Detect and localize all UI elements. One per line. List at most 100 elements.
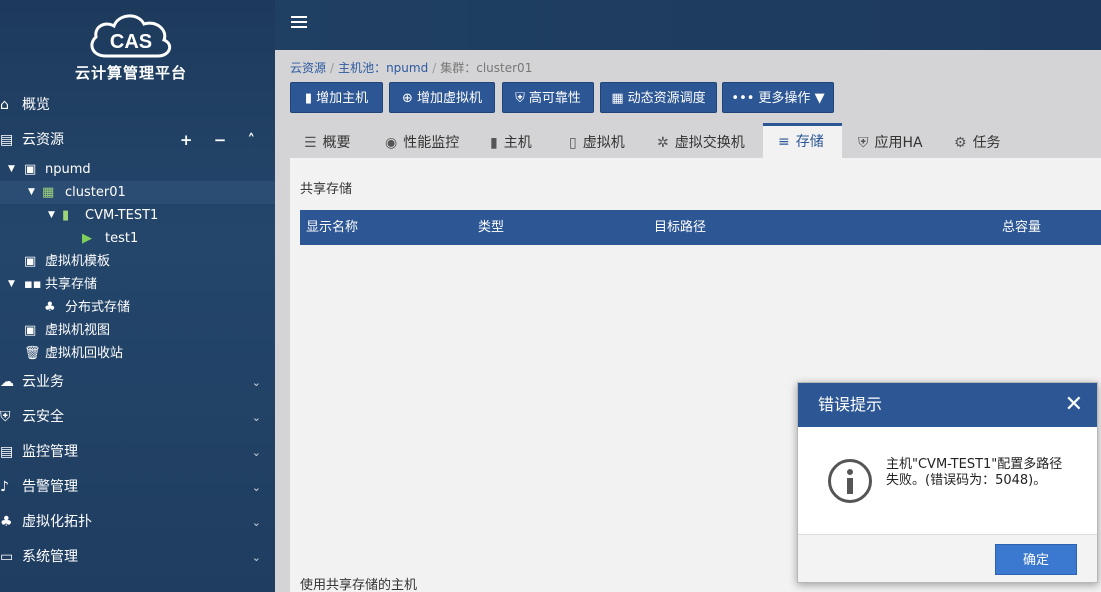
nav-cloud-resources[interactable]: ▤ 云资源 + − ˄	[0, 123, 275, 158]
nav-cloud-business[interactable]: ☁ 云业务 ⌄	[0, 365, 275, 400]
computer-icon: ▭	[0, 549, 14, 565]
tree-item-vm[interactable]: ▶ test1	[0, 227, 275, 250]
caret-down-icon[interactable]: ▼	[48, 204, 55, 227]
vm-view-icon: ▣	[24, 323, 37, 338]
vm-running-icon: ▶	[82, 231, 92, 246]
dialog-header: 错误提示 ✕	[798, 383, 1097, 427]
tree-label: 分布式存储	[65, 300, 131, 315]
gauge-icon: ◉	[385, 135, 398, 151]
col-target-path[interactable]: 目标路径	[654, 210, 706, 245]
monitor-icon: ▤	[0, 444, 14, 460]
vm-icon: ▯	[569, 135, 577, 151]
brand-name: 云计算管理平台	[74, 64, 187, 82]
tree-item-host[interactable]: ▼ ▮ CVM-TEST1	[0, 204, 275, 227]
col-total-capacity[interactable]: 总容量	[1002, 210, 1041, 245]
dialog-footer: 确定	[798, 534, 1097, 582]
nav-alarms[interactable]: ♪ 告警管理 ⌄	[0, 470, 275, 505]
tree-item-host-pool[interactable]: ▼ ▣ npumd	[0, 158, 275, 181]
add-host-button[interactable]: ▮ 增加主机	[290, 82, 383, 113]
nav-cloud-resources-label: 云资源	[22, 132, 64, 148]
tab-bar: ☰ 概要 ◉ 性能监控 ▮ 主机 ▯ 虚拟机 ✲ 虚拟交换机 ≡ 存储 ⛨ 应用HA ⚙ 任务	[290, 123, 1101, 158]
shared-storage-title: 共享存储	[300, 182, 353, 197]
ha-button[interactable]: ⛨ 高可靠性	[502, 82, 594, 113]
nav-label: 云业务	[22, 374, 64, 390]
tab-label: 概要	[322, 135, 351, 151]
tree-label: 共享存储	[45, 277, 98, 292]
caret-down-icon[interactable]: ▼	[28, 181, 35, 204]
breadcrumb-root[interactable]: 云资源	[290, 61, 326, 75]
tab-label: 性能监控	[403, 135, 460, 151]
cloud-icon: ☁	[0, 374, 14, 390]
chevron-down-icon: ⌄	[251, 446, 261, 459]
tab-label: 存储	[795, 134, 824, 150]
add-vm-button[interactable]: ⊕ 增加虚拟机	[389, 82, 495, 113]
cloud-logo-icon: CAS	[90, 14, 172, 58]
breadcrumb-cluster: 集群：cluster01	[440, 61, 533, 75]
col-type[interactable]: 类型	[478, 210, 504, 245]
add-host-label: 增加主机	[316, 91, 369, 106]
sidebar: CAS 云计算管理平台 ⌂ 概览 ▤ 云资源 + − ˄ ▼ ▣ npumd ▼…	[0, 0, 275, 592]
ok-button[interactable]: 确定	[995, 544, 1077, 575]
tab-label: 主机	[503, 135, 532, 151]
tab-label: 虚拟机	[582, 135, 625, 151]
nav-overview[interactable]: ⌂ 概览	[0, 88, 275, 123]
server-icon: ▤	[0, 132, 14, 148]
more-icon: •••	[731, 91, 755, 106]
tab-label: 任务	[972, 135, 1001, 151]
tab-storage[interactable]: ≡ 存储	[763, 123, 842, 158]
tree-item-distributed-storage[interactable]: ♣ 分布式存储	[0, 296, 275, 319]
cluster-icon: ▦	[42, 185, 55, 200]
tab-performance[interactable]: ◉ 性能监控	[385, 123, 459, 158]
nav-label: 告警管理	[22, 479, 78, 495]
chevron-down-icon: ⌄	[251, 481, 261, 494]
add-vm-label: 增加虚拟机	[416, 91, 482, 106]
drs-label: 动态资源调度	[627, 91, 706, 106]
tab-vswitch[interactable]: ✲ 虚拟交换机	[657, 123, 745, 158]
nav-system[interactable]: ▭ 系统管理 ⌄	[0, 540, 275, 575]
tree-item-shared-storage[interactable]: ▼ ▪▪ 共享存储	[0, 273, 275, 296]
cloud-resources-actions[interactable]: + − ˄	[180, 123, 263, 158]
error-dialog: 错误提示 ✕ 主机"CVM-TEST1"配置多路径失败。(错误码为：5048)。…	[797, 382, 1098, 583]
close-icon[interactable]: ✕	[1065, 383, 1083, 427]
dialog-body: 主机"CVM-TEST1"配置多路径失败。(错误码为：5048)。	[798, 427, 1097, 535]
tree-item-cluster[interactable]: ▼ ▦ cluster01	[0, 181, 275, 204]
shield-icon: ⛨	[858, 135, 869, 151]
breadcrumb-pool[interactable]: 主机池：npumd	[338, 61, 428, 75]
tree-label: cluster01	[65, 185, 126, 200]
breadcrumb: 云资源 / 主机池：npumd / 集群：cluster01	[290, 61, 533, 75]
tree-item-vm-view[interactable]: ▣ 虚拟机视图	[0, 319, 275, 342]
nav-overview-label: 概览	[22, 97, 50, 113]
tree-item-vm-template[interactable]: ▣ 虚拟机模板	[0, 250, 275, 273]
add-host-icon: ▮	[304, 91, 313, 106]
col-display-name[interactable]: 显示名称	[306, 210, 358, 245]
tab-summary[interactable]: ☰ 概要	[304, 123, 351, 158]
alarm-icon: ♪	[0, 479, 9, 495]
svg-text:CAS: CAS	[110, 31, 152, 53]
dialog-title: 错误提示	[818, 395, 883, 414]
nav-label: 虚拟化拓扑	[22, 514, 92, 530]
template-icon: ▣	[24, 254, 37, 269]
sidebar-nav: ⌂ 概览 ▤ 云资源 + − ˄ ▼ ▣ npumd ▼ ▦ cluster01…	[0, 88, 275, 575]
tree-label: npumd	[45, 162, 91, 177]
caret-down-icon[interactable]: ▼	[8, 158, 15, 181]
menu-toggle-icon[interactable]	[291, 16, 307, 30]
info-icon	[828, 459, 872, 503]
tab-app-ha[interactable]: ⛨ 应用HA	[858, 123, 923, 158]
list-icon: ☰	[304, 135, 317, 151]
tab-label: 应用HA	[874, 135, 923, 151]
logo: CAS 云计算管理平台	[0, 8, 262, 88]
host-icon: ▮	[62, 208, 70, 223]
more-actions-button[interactable]: ••• 更多操作 ▼	[722, 82, 834, 113]
nav-monitoring[interactable]: ▤ 监控管理 ⌄	[0, 435, 275, 470]
tab-vms[interactable]: ▯ 虚拟机	[569, 123, 625, 158]
caret-down-icon[interactable]: ▼	[8, 273, 15, 296]
tab-hosts[interactable]: ▮ 主机	[490, 123, 532, 158]
nav-label: 监控管理	[22, 444, 78, 460]
home-icon: ⌂	[0, 97, 9, 113]
nav-cloud-security[interactable]: ⛨ 云安全 ⌄	[0, 400, 275, 435]
tree-item-recycle-bin[interactable]: 🗑 虚拟机回收站	[0, 342, 275, 365]
tab-tasks[interactable]: ⚙ 任务	[954, 123, 1001, 158]
drs-button[interactable]: ▦ 动态资源调度	[600, 82, 717, 113]
chevron-down-icon: ⌄	[251, 516, 261, 529]
nav-topology[interactable]: ♣ 虚拟化拓扑 ⌄	[0, 505, 275, 540]
